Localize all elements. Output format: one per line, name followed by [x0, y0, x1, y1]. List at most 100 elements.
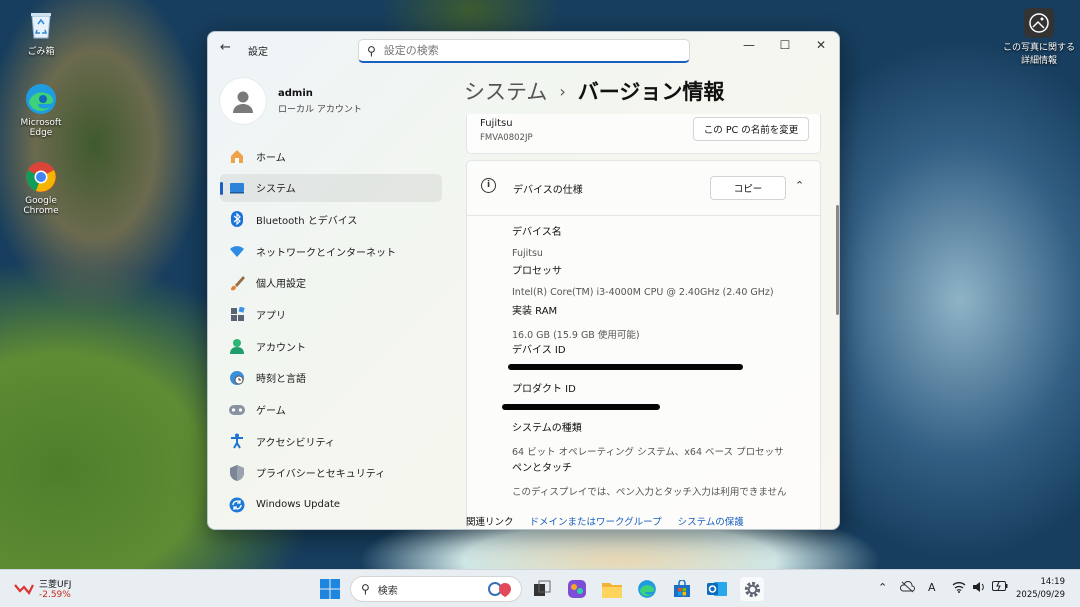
clock-time: 14:19 — [1040, 577, 1066, 587]
update-icon — [228, 496, 246, 514]
desktop-recycle-bin[interactable]: ごみ箱 — [9, 8, 73, 57]
spec-processor: プロセッサ Intel(R) Core(TM) i3-4000M CPU @ 2… — [512, 262, 774, 299]
battery-icon[interactable] — [992, 581, 1008, 594]
copilot-button[interactable] — [565, 577, 589, 601]
profile-type: ローカル アカウント — [278, 104, 362, 115]
home-icon — [228, 147, 246, 165]
folder-icon — [602, 582, 622, 598]
store-button[interactable] — [670, 577, 694, 601]
desktop-chrome-label: Google Chrome — [23, 196, 59, 216]
file-explorer-button[interactable] — [600, 577, 624, 601]
pc-name-card: Fujitsu FMVA0802JP この PC の名前を変更 — [466, 114, 821, 154]
maximize-button[interactable]: ☐ — [770, 38, 800, 52]
copy-button[interactable]: コピー — [710, 176, 786, 200]
scrollbar-thumb[interactable] — [836, 205, 839, 315]
spec-product-id: プロダクト ID — [502, 380, 660, 410]
sidebar-item-windows-update[interactable]: Windows Update — [220, 491, 442, 519]
recycle-bin-icon — [24, 8, 58, 42]
spec-value: Fujitsu — [512, 248, 543, 259]
cloud-offline-icon[interactable] — [899, 581, 915, 596]
taskbar-settings-button[interactable] — [740, 577, 764, 601]
spec-label: プロダクト ID — [512, 384, 576, 395]
sidebar-item-label: ゲーム — [256, 406, 286, 417]
sidebar-item-personalization[interactable]: 個人用設定 — [220, 269, 442, 297]
sidebar-item-gaming[interactable]: ゲーム — [220, 396, 442, 424]
sidebar-nav: ホーム システム Bluetooth とデバイス ネットワークとインターネット … — [220, 142, 442, 522]
volume-icon[interactable] — [972, 581, 986, 596]
taskbar-search-label: 検索 — [377, 585, 398, 597]
spec-device-id: デバイス ID — [508, 341, 743, 370]
profile-name: admin — [278, 87, 313, 99]
search-highlight-icon — [488, 582, 511, 597]
desktop-edge[interactable]: Microsoft Edge — [9, 82, 73, 138]
sidebar-item-home[interactable]: ホーム — [220, 142, 442, 170]
settings-window: ← 設定 ⚲ — ☐ ✕ admin ローカル アカウント ホーム システム B… — [207, 31, 840, 530]
stock-widget[interactable]: 三菱UFJ -2.59% — [14, 577, 71, 600]
user-profile[interactable]: admin ローカル アカウント — [220, 78, 362, 124]
search-icon: ⚲ — [361, 582, 370, 596]
sidebar-item-privacy[interactable]: プライバシーとセキュリティ — [220, 459, 442, 487]
task-view-button[interactable] — [530, 577, 554, 601]
device-spec-title: デバイスの仕様 — [513, 185, 583, 196]
sidebar-item-network[interactable]: ネットワークとインターネット — [220, 237, 442, 265]
wifi-icon[interactable] — [952, 581, 966, 596]
related-links: 関連リンク ドメインまたはワークグループ システムの保護 — [466, 514, 744, 528]
outlook-button[interactable] — [705, 577, 729, 601]
sidebar-item-accounts[interactable]: アカウント — [220, 332, 442, 360]
sidebar-item-bluetooth[interactable]: Bluetooth とデバイス — [220, 205, 442, 233]
minimize-button[interactable]: — — [734, 38, 764, 52]
taskbar-search[interactable]: ⚲ 検索 — [350, 576, 522, 602]
domain-workgroup-link[interactable]: ドメインまたはワークグループ — [530, 514, 662, 528]
redaction-bar — [502, 404, 660, 410]
copilot-icon — [568, 580, 586, 598]
start-button[interactable] — [318, 577, 342, 601]
ime-indicator[interactable]: A — [928, 581, 936, 594]
settings-search-box[interactable]: ⚲ — [358, 39, 690, 63]
sidebar-item-apps[interactable]: アプリ — [220, 300, 442, 328]
task-view-icon — [534, 580, 551, 596]
page-title: バージョン情報 — [577, 80, 725, 104]
sidebar-item-system[interactable]: システム — [220, 173, 442, 202]
breadcrumb-parent[interactable]: システム — [464, 76, 547, 106]
desktop-chrome[interactable]: Google Chrome — [9, 160, 73, 216]
rename-pc-button[interactable]: この PC の名前を変更 — [693, 117, 809, 141]
breadcrumb: システム › バージョン情報 — [464, 76, 724, 106]
sidebar-item-label: ネットワークとインターネット — [256, 247, 396, 259]
clock[interactable]: 14:19 2025/09/29 — [1015, 576, 1065, 602]
time-language-icon — [228, 369, 246, 387]
account-icon — [228, 337, 246, 355]
pc-maker: Fujitsu — [480, 118, 513, 129]
clock-date: 2025/09/29 — [1016, 590, 1065, 600]
breadcrumb-separator: › — [559, 81, 566, 101]
system-protection-link[interactable]: システムの保護 — [678, 514, 744, 528]
taskbar-edge-button[interactable] — [635, 577, 659, 601]
spec-label: プロセッサ — [512, 266, 562, 277]
chevron-up-icon[interactable]: ⌃ — [795, 179, 804, 192]
close-button[interactable]: ✕ — [806, 38, 836, 52]
back-arrow-icon[interactable]: ← — [220, 40, 231, 55]
spec-value: 16.0 GB (15.9 GB 使用可能) — [512, 330, 640, 341]
spec-value: 64 ビット オペレーティング システム、x64 ベース プロセッサ — [512, 447, 784, 458]
spec-pen-touch: ペンとタッチ このディスプレイでは、ペン入力とタッチ入力は利用できません — [512, 459, 787, 498]
sidebar-item-label: アカウント — [256, 342, 306, 354]
avatar — [220, 78, 266, 124]
photo-info-icon — [1024, 8, 1054, 38]
chevron-up-icon[interactable]: ⌃ — [878, 581, 887, 594]
desktop-photo-info[interactable]: この写真に関する詳細情報 — [1000, 8, 1078, 66]
device-spec-header[interactable]: i デバイスの仕様 コピー ⌃ — [467, 161, 820, 216]
sidebar-item-label: アクセシビリティ — [256, 437, 335, 449]
sidebar-item-accessibility[interactable]: アクセシビリティ — [220, 427, 442, 455]
title-bar: ← 設定 ⚲ — ☐ ✕ — [208, 32, 839, 64]
content-area: Fujitsu FMVA0802JP この PC の名前を変更 i デバイスの仕… — [466, 114, 821, 529]
sidebar-item-label: 時刻と言語 — [256, 374, 306, 386]
spec-label: デバイス ID — [512, 345, 566, 356]
sidebar-item-label: 個人用設定 — [256, 279, 306, 291]
sidebar-item-label: Bluetooth とデバイス — [256, 215, 358, 227]
spec-system-type: システムの種類 64 ビット オペレーティング システム、x64 ベース プロセ… — [512, 419, 784, 458]
user-icon — [233, 91, 253, 113]
sidebar-item-time-language[interactable]: 時刻と言語 — [220, 364, 442, 392]
spec-label: デバイス名 — [512, 227, 562, 238]
settings-search-input[interactable] — [383, 44, 664, 57]
bluetooth-icon — [228, 210, 246, 228]
shield-icon — [228, 464, 246, 482]
